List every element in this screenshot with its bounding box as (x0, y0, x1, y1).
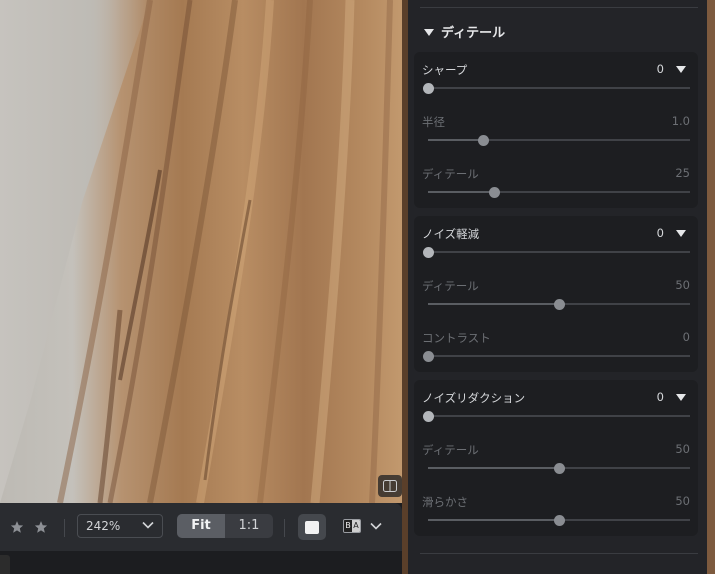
hair-texture (57, 0, 393, 503)
caret-down-icon[interactable] (676, 66, 686, 73)
zoom-select[interactable]: 242% (77, 514, 163, 538)
before-after-button[interactable]: B A (343, 519, 361, 533)
slider-value[interactable]: 0 (657, 390, 664, 404)
slider-fill (428, 519, 559, 521)
fit-button[interactable]: Fit (177, 514, 225, 538)
slider-value[interactable]: 50 (675, 494, 690, 508)
section-title: ディテール (441, 26, 506, 41)
photo-canvas[interactable] (0, 0, 405, 503)
slider-value[interactable]: 0 (657, 226, 664, 240)
slider-label: 半径 (422, 115, 445, 129)
toolbar-divider (284, 519, 285, 537)
slider-fill (428, 467, 559, 469)
slider-fill (428, 191, 494, 193)
caret-down-icon[interactable] (676, 394, 686, 401)
slider-thumb[interactable] (488, 187, 500, 198)
slider-thumb[interactable] (554, 463, 565, 474)
chevron-down-icon (142, 521, 154, 529)
zoom-mode-toggle: Fit 1:1 (177, 514, 273, 538)
noise-reduction-detail-card: ノイズリダクション 0 ディテール 50 滑らかさ 50 (414, 380, 698, 536)
split-view-button[interactable] (378, 475, 402, 497)
slider-label: ノイズ軽減 (422, 227, 480, 241)
slider-track[interactable] (428, 515, 690, 526)
slider-thumb[interactable] (554, 299, 565, 310)
slider-thumb[interactable] (423, 411, 434, 422)
slider-value[interactable]: 50 (675, 278, 690, 292)
slider-label: シャープ (422, 63, 468, 77)
sharpen-card: シャープ 0 半径 1.0 ディテール 25 (414, 52, 698, 208)
slider-label: 滑らかさ (422, 495, 468, 509)
slider-thumb[interactable] (478, 135, 490, 146)
slider-track[interactable] (423, 247, 690, 258)
chevron-down-icon[interactable] (370, 522, 382, 530)
white-square-icon (305, 521, 319, 534)
slider-thumb[interactable] (554, 515, 565, 526)
after-label: A (352, 520, 360, 532)
slider-track[interactable] (428, 187, 690, 198)
slider-thumb[interactable] (423, 247, 434, 258)
slider-label: ノイズリダクション (422, 391, 526, 405)
slider-track[interactable] (428, 299, 690, 310)
slider-label: ディテール (422, 167, 479, 181)
slider-value[interactable]: 1.0 (672, 114, 690, 128)
adjustments-panel: ディテール シャープ 0 半径 1.0 ディテール 25 ノイズ軽減 0 ディテ… (408, 0, 707, 574)
slider-value[interactable]: 50 (675, 442, 690, 456)
slider-label: ディテール (422, 443, 479, 457)
section-header-detail[interactable]: ディテール (424, 22, 505, 41)
star-icon[interactable] (34, 520, 48, 534)
filmstrip-thumbnail[interactable] (0, 555, 10, 574)
slider-fill (428, 303, 559, 305)
background-color-button[interactable] (298, 514, 326, 540)
toolbar-divider (64, 519, 65, 537)
bottom-toolbar: 242% Fit 1:1 B A (0, 503, 402, 551)
slider-value[interactable]: 25 (675, 166, 690, 180)
slider-fill (428, 139, 484, 141)
slider-track[interactable] (428, 463, 690, 474)
slider-label: ディテール (422, 279, 479, 293)
caret-down-icon[interactable] (676, 230, 686, 237)
slider-track[interactable] (423, 83, 690, 94)
slider-label: コントラスト (422, 331, 491, 345)
edge-strip (707, 0, 715, 574)
before-label: B (344, 520, 352, 532)
one-to-one-button[interactable]: 1:1 (225, 514, 273, 538)
star-icon[interactable] (10, 520, 24, 534)
split-view-icon (383, 480, 397, 492)
separator (420, 7, 698, 8)
slider-track[interactable] (423, 351, 690, 362)
noise-reduction-card: ノイズ軽減 0 ディテール 50 コントラスト 0 (414, 216, 698, 372)
separator (420, 553, 698, 554)
slider-value[interactable]: 0 (657, 62, 664, 76)
slider-track[interactable] (423, 411, 690, 422)
caret-down-icon (424, 29, 434, 36)
slider-thumb[interactable] (423, 83, 434, 94)
slider-thumb[interactable] (423, 351, 434, 362)
slider-value[interactable]: 0 (683, 330, 690, 344)
slider-track[interactable] (428, 135, 690, 146)
zoom-value: 242% (86, 519, 121, 533)
